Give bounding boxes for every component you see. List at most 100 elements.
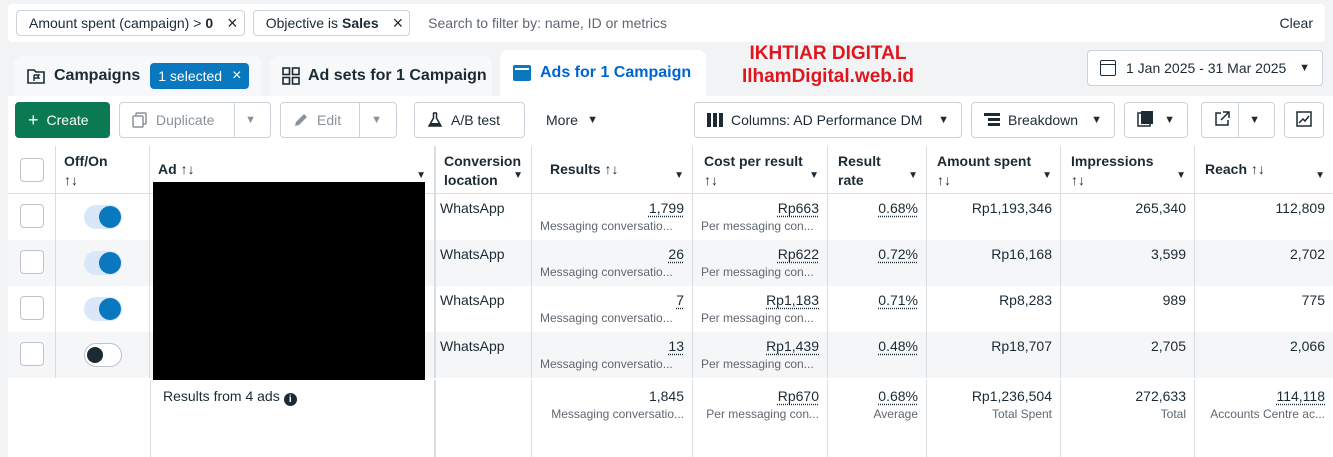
chevron-down-icon[interactable]: ▼ (809, 166, 819, 185)
header-conversion-location[interactable]: Conversion location ▼ (436, 146, 532, 194)
ab-test-label: A/B test (451, 112, 501, 128)
tab-ads[interactable]: Ads for 1 Campaign (500, 50, 706, 96)
totals-rate: 0.68% Average (828, 380, 927, 457)
row-checkbox[interactable] (20, 204, 44, 228)
totals-spent: Rp1,236,504 Total Spent (927, 380, 1061, 457)
header-offon[interactable]: Off/On ↑↓ (56, 146, 150, 194)
result-rate-value[interactable]: 0.71% (878, 292, 918, 308)
delivery-toggle[interactable] (84, 297, 122, 321)
tab-adsets[interactable]: Ad sets for 1 Campaign (270, 56, 492, 96)
results-value[interactable]: 13 (668, 338, 684, 354)
totals-rate-sub: Average (873, 407, 918, 421)
select-all-checkbox[interactable] (20, 158, 44, 182)
sort-icon[interactable]: ↑↓ (1251, 161, 1265, 177)
sort-icon[interactable]: ↑↓ (704, 171, 819, 190)
chevron-down-icon[interactable]: ▼ (1042, 166, 1052, 185)
totals-reach: 114,118 Accounts Centre ac... (1195, 380, 1333, 457)
conversion-location-cell: WhatsApp (436, 286, 532, 332)
chevron-down-icon[interactable]: ▼ (908, 166, 918, 185)
tab-label: Ad sets for 1 Campaign (308, 67, 487, 84)
close-icon[interactable]: × (232, 67, 241, 85)
sort-icon[interactable]: ↑↓ (1071, 171, 1186, 190)
results-sub: Messaging conversatio... (540, 219, 673, 233)
cost-per-result-cell: Rp622 Per messaging con... (693, 240, 828, 286)
selected-badge[interactable]: 1 selected × (150, 63, 250, 89)
sort-icon[interactable]: ↑↓ (64, 171, 141, 190)
totals-impressions: 272,633 Total (1061, 380, 1195, 457)
result-rate-value[interactable]: 0.72% (878, 246, 918, 262)
chevron-down-icon[interactable]: ▼ (674, 166, 684, 185)
chevron-down-icon[interactable]: ▼ (1249, 114, 1260, 126)
header-reach[interactable]: Reach ↑↓ ▼ (1195, 146, 1333, 194)
row-checkbox[interactable] (20, 342, 44, 366)
conversion-location-cell: WhatsApp (436, 240, 532, 286)
breakdown-label: Breakdown (1008, 112, 1079, 128)
cost-per-result-value[interactable]: Rp1,439 (766, 338, 819, 354)
header-label: Off/On (64, 153, 108, 169)
impressions-value: 989 (1162, 292, 1186, 308)
date-range-picker[interactable]: 1 Jan 2025 - 31 Mar 2025 ▼ (1087, 50, 1323, 86)
more-button[interactable]: More ▼ (533, 102, 611, 138)
amount-spent-cell: Rp8,283 (927, 286, 1061, 332)
edit-button[interactable]: Edit ▼ (280, 102, 397, 138)
chevron-down-icon[interactable]: ▼ (245, 114, 256, 126)
charts-button[interactable] (1284, 102, 1324, 138)
duplicate-button[interactable]: Duplicate ▼ (119, 102, 271, 138)
chevron-down-icon[interactable]: ▼ (371, 114, 382, 126)
sort-icon[interactable]: ↑↓ (181, 161, 195, 177)
cost-per-result-value[interactable]: Rp622 (778, 246, 819, 262)
header-cost-per-result[interactable]: Cost per result ↑↓ ▼ (693, 146, 828, 194)
chevron-down-icon: ▼ (1299, 62, 1310, 74)
close-icon[interactable]: × (227, 14, 238, 32)
impressions-cell: 989 (1061, 286, 1195, 332)
columns-label: Columns: AD Performance DM (731, 112, 923, 128)
results-value[interactable]: 26 (668, 246, 684, 262)
result-rate-value[interactable]: 0.68% (878, 200, 918, 216)
tab-campaigns[interactable]: Campaigns 1 selected × (14, 56, 262, 96)
ab-test-button[interactable]: A/B test (414, 102, 525, 138)
breakdown-button[interactable]: Breakdown ▼ (971, 102, 1115, 138)
reach-cell: 2,702 (1195, 240, 1333, 286)
search-input[interactable] (418, 15, 1280, 31)
badge-label: 1 selected (158, 68, 223, 84)
filter-chip-objective[interactable]: Objective is Sales × (252, 10, 411, 36)
export-button[interactable]: ▼ (1201, 102, 1275, 138)
totals-cpr-value[interactable]: Rp670 (778, 388, 819, 404)
chevron-down-icon[interactable]: ▼ (1176, 166, 1186, 185)
row-checkbox[interactable] (20, 250, 44, 274)
cost-per-result-sub: Per messaging con... (701, 219, 814, 233)
header-results[interactable]: Results ↑↓ ▼ (532, 146, 693, 194)
chevron-down-icon[interactable]: ▼ (1315, 166, 1325, 185)
results-value[interactable]: 7 (676, 292, 684, 308)
sort-icon[interactable]: ↑↓ (604, 161, 618, 177)
totals-reach-value[interactable]: 114,118 (1276, 388, 1325, 404)
chevron-down-icon[interactable]: ▼ (513, 166, 523, 185)
filter-chip-amount-spent[interactable]: Amount spent (campaign) >0 × (16, 10, 245, 36)
create-label: Create (46, 112, 89, 128)
amount-spent-value: Rp16,168 (991, 246, 1052, 262)
columns-button[interactable]: Columns: AD Performance DM ▼ (694, 102, 962, 138)
delivery-toggle[interactable] (84, 343, 122, 367)
row-toggle-cell (56, 194, 150, 240)
clear-button[interactable]: Clear (1280, 15, 1317, 31)
delivery-toggle[interactable] (84, 251, 122, 275)
sort-icon[interactable]: ↑↓ (937, 171, 1052, 190)
totals-rate-value[interactable]: 0.68% (878, 388, 918, 404)
result-rate-value[interactable]: 0.48% (878, 338, 918, 354)
cost-per-result-sub: Per messaging con... (701, 311, 814, 325)
cost-per-result-value[interactable]: Rp1,183 (766, 292, 819, 308)
cost-per-result-value[interactable]: Rp663 (778, 200, 819, 216)
row-select (8, 286, 56, 332)
info-icon[interactable]: i (283, 393, 297, 406)
reports-button[interactable]: ▼ (1124, 102, 1188, 138)
results-value[interactable]: 1,799 (649, 200, 684, 216)
row-checkbox[interactable] (20, 296, 44, 320)
split-divider (359, 103, 360, 137)
totals-results-sub: Messaging conversatio... (551, 407, 684, 421)
close-icon[interactable]: × (393, 14, 404, 32)
header-result-rate[interactable]: Result rate ▼ (828, 146, 927, 194)
delivery-toggle[interactable] (84, 205, 122, 229)
header-impressions[interactable]: Impressions ↑↓ ▼ (1061, 146, 1195, 194)
header-amount-spent[interactable]: Amount spent ↑↓ ▼ (927, 146, 1061, 194)
create-button[interactable]: + Create (15, 102, 110, 138)
